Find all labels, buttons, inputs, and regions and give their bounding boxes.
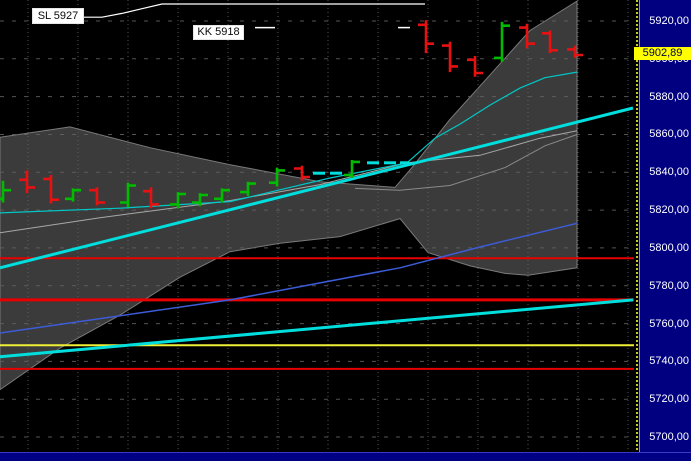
price-tick-label: 5920,00 [640, 15, 691, 27]
ohlc-bar-down [442, 42, 458, 72]
current-price-badge: 5902,89 [634, 47, 691, 60]
bottom-scroll-strip[interactable] [0, 452, 691, 461]
price-tick-label: 5820,00 [640, 204, 691, 216]
stop-loss-label-box: SL 5927 [32, 8, 84, 24]
price-tick-label: 5760,00 [640, 318, 691, 330]
price-chart-canvas[interactable] [0, 0, 691, 461]
price-tick-label: 5780,00 [640, 280, 691, 292]
kk-level-label-box: KK 5918 [193, 25, 244, 40]
sl-white-line [84, 4, 425, 17]
price-tick-label: 5840,00 [640, 166, 691, 178]
trading-chart-window: SL 5927 KK 5918 5920,005900,005880,00586… [0, 0, 691, 461]
price-tick-label: 5800,00 [640, 242, 691, 254]
price-tick-label: 5700,00 [640, 431, 691, 443]
price-tick-label: 5740,00 [640, 355, 691, 367]
ohlc-bar-down [418, 20, 434, 53]
price-tick-label: 5860,00 [640, 128, 691, 140]
price-axis-panel[interactable]: 5920,005900,005880,005860,005840,005820,… [639, 0, 691, 461]
price-tick-label: 5720,00 [640, 393, 691, 405]
price-tick-label: 5880,00 [640, 91, 691, 103]
